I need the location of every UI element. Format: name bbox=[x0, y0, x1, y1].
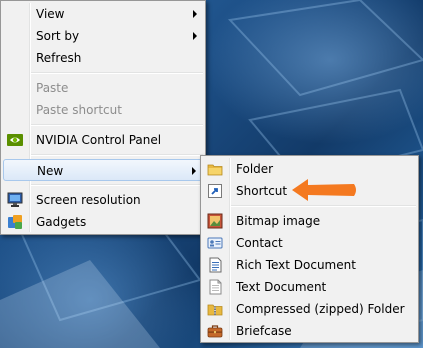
desktop-context-menu: View Sort by Refresh Paste Paste shortcu… bbox=[0, 0, 206, 235]
menu-item-paste-label: Paste bbox=[36, 81, 69, 95]
submenu-item-briefcase-label: Briefcase bbox=[236, 324, 292, 338]
submenu-item-shortcut-label: Shortcut bbox=[236, 184, 288, 198]
menu-item-new-label: New bbox=[37, 164, 64, 178]
text-document-icon bbox=[207, 279, 223, 295]
submenu-item-text-document-label: Text Document bbox=[236, 280, 327, 294]
zipped-folder-icon bbox=[207, 301, 223, 317]
submenu-arrow-icon bbox=[193, 32, 197, 40]
menu-separator bbox=[31, 72, 203, 74]
menu-separator bbox=[231, 205, 416, 207]
menu-item-screen-resolution-label: Screen resolution bbox=[36, 193, 141, 207]
submenu-item-contact[interactable]: Contact bbox=[203, 232, 416, 254]
menu-item-screen-resolution[interactable]: Screen resolution bbox=[3, 189, 203, 211]
menu-item-sort-by[interactable]: Sort by bbox=[3, 25, 203, 47]
bitmap-image-icon bbox=[207, 213, 223, 229]
contact-card-icon bbox=[207, 235, 223, 251]
menu-item-paste-shortcut-label: Paste shortcut bbox=[36, 103, 122, 117]
submenu-item-bitmap-label: Bitmap image bbox=[236, 214, 321, 228]
submenu-item-folder-label: Folder bbox=[236, 162, 274, 176]
rich-text-document-icon bbox=[207, 257, 223, 273]
menu-item-nvidia-control-panel[interactable]: NVIDIA Control Panel bbox=[3, 129, 203, 151]
submenu-item-rich-text-label: Rich Text Document bbox=[236, 258, 356, 272]
menu-item-paste-shortcut[interactable]: Paste shortcut bbox=[3, 99, 203, 121]
menu-item-view[interactable]: View bbox=[3, 3, 203, 25]
folder-icon bbox=[207, 161, 223, 177]
menu-item-gadgets-label: Gadgets bbox=[36, 215, 87, 229]
shortcut-icon bbox=[207, 183, 223, 199]
menu-separator bbox=[31, 154, 203, 156]
menu-item-new[interactable]: New bbox=[3, 159, 203, 181]
submenu-item-rich-text-document[interactable]: Rich Text Document bbox=[203, 254, 416, 276]
menu-separator bbox=[31, 184, 203, 186]
monitor-icon bbox=[7, 192, 23, 208]
submenu-item-compressed-folder-label: Compressed (zipped) Folder bbox=[236, 302, 405, 316]
submenu-item-briefcase[interactable]: Briefcase bbox=[203, 320, 416, 342]
submenu-arrow-icon bbox=[193, 10, 197, 18]
menu-item-nvidia-label: NVIDIA Control Panel bbox=[36, 133, 162, 147]
gadgets-icon bbox=[7, 214, 23, 230]
menu-item-gadgets[interactable]: Gadgets bbox=[3, 211, 203, 233]
nvidia-icon bbox=[7, 132, 23, 148]
menu-separator bbox=[31, 124, 203, 126]
submenu-item-text-document[interactable]: Text Document bbox=[203, 276, 416, 298]
briefcase-icon bbox=[207, 323, 223, 339]
menu-item-view-label: View bbox=[36, 7, 65, 21]
submenu-item-bitmap-image[interactable]: Bitmap image bbox=[203, 210, 416, 232]
menu-item-sort-by-label: Sort by bbox=[36, 29, 80, 43]
menu-item-paste[interactable]: Paste bbox=[3, 77, 203, 99]
submenu-arrow-icon bbox=[192, 167, 196, 175]
orange-annotation-arrow bbox=[292, 179, 356, 201]
menu-item-refresh[interactable]: Refresh bbox=[3, 47, 203, 69]
menu-item-refresh-label: Refresh bbox=[36, 51, 82, 65]
submenu-item-compressed-folder[interactable]: Compressed (zipped) Folder bbox=[203, 298, 416, 320]
submenu-item-contact-label: Contact bbox=[236, 236, 283, 250]
